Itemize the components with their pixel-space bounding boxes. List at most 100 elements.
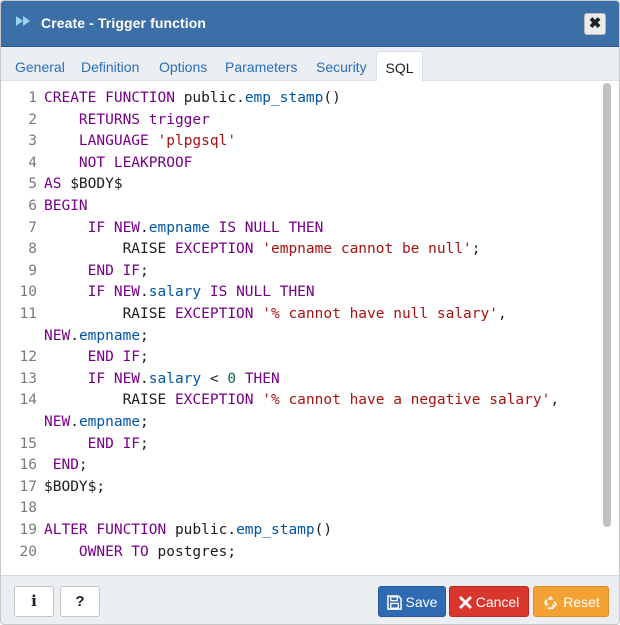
code-token: LANGUAGE — [44, 133, 158, 150]
code-token: 'empname cannot be null' — [262, 241, 472, 258]
dialog-footer: i ? Save Cancel Reset — [1, 575, 619, 624]
trigger-function-dialog: Create - Trigger function ✖ General Defi… — [0, 0, 620, 625]
line-number: 20 — [19, 543, 37, 560]
code-token: 0 — [227, 370, 237, 387]
code-token: salary — [148, 370, 202, 387]
code-line[interactable]: IF NEW.salary < 0 THEN — [44, 368, 280, 390]
code-token: IS NULL THEN — [201, 284, 315, 301]
code-token: () — [314, 522, 333, 538]
code-token: empname — [78, 414, 141, 430]
code-token: , — [550, 392, 560, 409]
code-token: ; — [140, 349, 149, 366]
line-number: 7 — [28, 219, 37, 236]
code-line[interactable]: OWNER TO postgres; — [44, 541, 236, 563]
code-token: () — [323, 90, 341, 106]
code-token: EXCEPTION — [174, 392, 263, 409]
editor-scrollbar[interactable] — [603, 83, 611, 527]
tab-general[interactable]: General — [15, 51, 65, 81]
code-token: 'plpgsql' — [157, 133, 237, 150]
code-line[interactable]: END IF; — [44, 346, 149, 368]
tab-definition[interactable]: Definition — [81, 51, 139, 81]
code-token: RAISE — [44, 392, 175, 409]
code-line[interactable]: END IF; — [44, 433, 149, 455]
line-number-gutter: 1 2 3 4 5 6 7 8 9 10 11 12 13 14 15 16 17 18 19 20 — [7, 81, 41, 575]
tab-sql[interactable]: SQL — [376, 51, 423, 81]
code-token: . — [70, 327, 79, 344]
code-line[interactable]: END IF; — [44, 260, 149, 282]
cancel-button[interactable]: Cancel — [449, 586, 529, 617]
line-number — [7, 325, 37, 347]
sql-editor[interactable]: 1 2 3 4 5 6 7 8 9 10 11 12 13 14 15 16 17 18 19 20 CREATE F… — [7, 81, 615, 575]
code-line[interactable]: RAISE EXCEPTION '% cannot have null sala… — [44, 303, 507, 325]
line-number: 14 — [19, 392, 37, 409]
code-line[interactable]: AS $BODY$ — [44, 173, 123, 195]
code-line[interactable]: END; — [44, 454, 88, 476]
line-number: 9 — [28, 262, 37, 279]
help-icon: ? — [75, 593, 85, 610]
code-token: . — [227, 522, 237, 538]
line-number: 12 — [19, 349, 37, 366]
code-token: emp_stamp — [244, 90, 324, 106]
tab-security[interactable]: Security — [316, 51, 367, 81]
code-token: < — [201, 370, 228, 387]
code-token: ; — [140, 262, 149, 279]
code-token: EXCEPTION — [174, 241, 263, 258]
info-button[interactable]: i — [14, 586, 54, 617]
code-line[interactable]: RETURNS trigger — [44, 109, 210, 131]
code-token: . — [236, 90, 245, 106]
code-token: END IF — [44, 435, 141, 452]
code-line[interactable]: NEW.empname; — [44, 411, 149, 433]
code-token: $BODY$ — [70, 176, 123, 193]
code-token: $BODY$ — [44, 478, 97, 495]
code-line[interactable]: IF NEW.salary IS NULL THEN — [44, 281, 315, 303]
code-token: , — [497, 306, 507, 322]
reset-button[interactable]: Reset — [533, 586, 609, 617]
line-number: 8 — [28, 241, 37, 258]
code-token: THEN — [236, 370, 280, 387]
recycle-icon — [544, 595, 558, 609]
tab-options[interactable]: Options — [159, 51, 207, 81]
tab-parameters[interactable]: Parameters — [225, 51, 297, 81]
line-number: 1 — [28, 90, 37, 106]
code-token: END IF — [44, 349, 141, 366]
code-token: AS — [44, 176, 71, 193]
code-line[interactable]: NEW.empname; — [44, 325, 149, 347]
code-token: IF NEW — [44, 284, 141, 301]
code-token: public — [183, 90, 237, 106]
code-line[interactable]: IF NEW.empname IS NULL THEN — [44, 217, 324, 239]
code-token: . — [140, 219, 149, 236]
code-line[interactable]: $BODY$; — [44, 476, 105, 498]
code-token: IS NULL THEN — [209, 219, 324, 236]
line-number: 19 — [19, 522, 37, 538]
dialog-title: Create - Trigger function — [41, 15, 207, 31]
dialog-title-bar[interactable]: Create - Trigger function ✖ — [1, 1, 619, 47]
code-line[interactable]: LANGUAGE 'plpgsql' — [44, 130, 236, 152]
code-line[interactable]: NOT LEAKPROOF — [44, 152, 193, 174]
code-token: END IF — [44, 262, 141, 279]
line-number — [7, 411, 37, 433]
close-button[interactable]: ✖ — [584, 13, 606, 35]
code-line[interactable]: RAISE EXCEPTION 'empname cannot be null'… — [44, 238, 481, 260]
code-token: ; — [140, 414, 149, 430]
code-token: OWNER TO — [44, 543, 158, 560]
code-token: empname — [78, 327, 141, 344]
code-token: public — [174, 522, 228, 538]
code-token: empname — [148, 219, 210, 236]
code-line[interactable]: ALTER FUNCTION public.emp_stamp() — [44, 519, 332, 541]
line-number: 15 — [19, 435, 37, 452]
info-icon: i — [31, 592, 37, 610]
line-number: 11 — [19, 306, 37, 322]
code-token: RETURNS trigger — [44, 111, 210, 128]
code-token: RAISE — [44, 241, 175, 258]
save-button[interactable]: Save — [378, 586, 446, 617]
code-token: IF NEW — [44, 219, 141, 236]
line-number: 6 — [28, 198, 37, 214]
reset-label: Reset — [563, 593, 600, 610]
code-line[interactable]: RAISE EXCEPTION '% cannot have a negativ… — [44, 389, 560, 411]
line-number: 13 — [19, 370, 37, 387]
code-line[interactable]: CREATE FUNCTION public.emp_stamp() — [44, 87, 341, 109]
help-button[interactable]: ? — [60, 586, 100, 617]
code-line[interactable]: BEGIN — [44, 195, 88, 217]
code-token: IF NEW — [44, 370, 141, 387]
code-token: postgres — [157, 543, 228, 560]
